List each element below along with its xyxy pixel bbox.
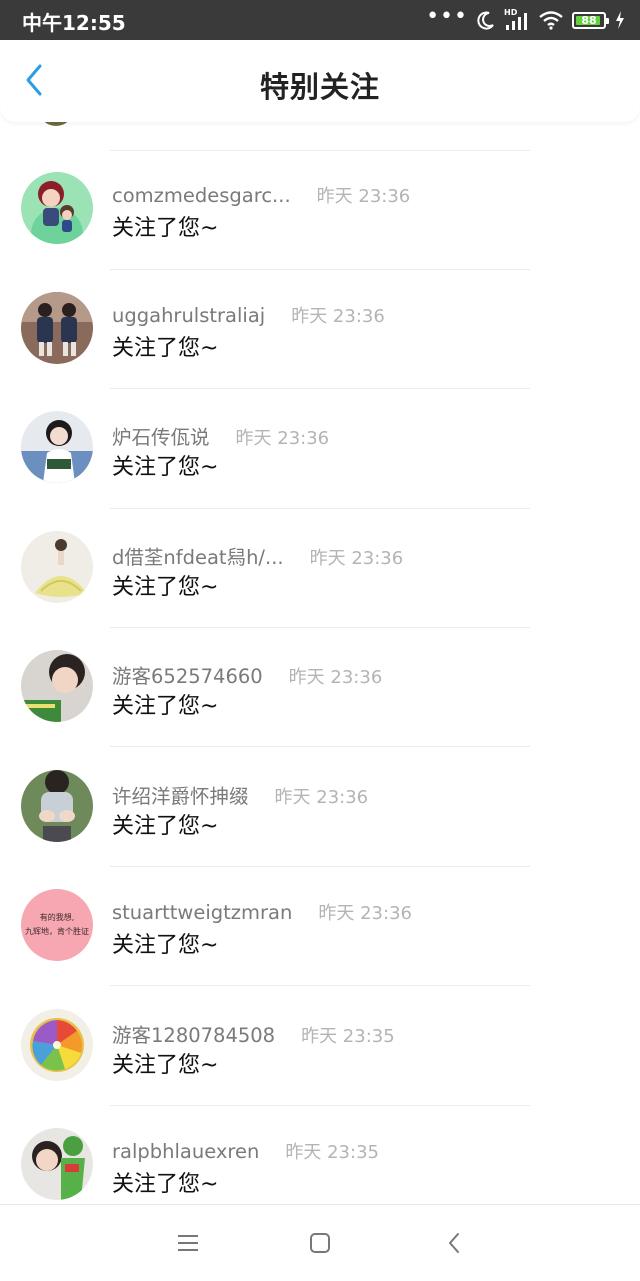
username[interactable]: ralpbhlauexren xyxy=(112,1140,259,1163)
list-item[interactable]: 游客1280784508 昨天 23:35 关注了您~ xyxy=(0,959,640,1081)
action-text: 关注了您~ xyxy=(112,216,219,241)
list-item[interactable]: 炉石传佤说 昨天 23:36 关注了您~ xyxy=(0,361,640,483)
list-item[interactable]: comzmedesgarc... 昨天 23:36 关注了您~ xyxy=(0,122,640,244)
home-square-icon xyxy=(310,1233,330,1253)
menu-icon xyxy=(178,1235,198,1251)
signal-icon: HD xyxy=(504,9,530,31)
timestamp: 昨天 23:36 xyxy=(235,428,330,449)
username[interactable]: 炉石传佤说 xyxy=(112,421,210,450)
system-nav-bar xyxy=(0,1204,640,1281)
list-item[interactable]: 游客652574660 昨天 23:36 关注了您~ xyxy=(0,600,640,722)
battery-level: 88 xyxy=(581,13,597,27)
avatar[interactable] xyxy=(21,172,93,244)
timestamp: 昨天 23:36 xyxy=(318,903,412,924)
nav-back-button[interactable] xyxy=(434,1225,474,1261)
notification-list[interactable]: comzmedesgarc... 昨天 23:36 关注了您~ uggahrul… xyxy=(0,122,640,1204)
list-item[interactable]: d借荃nfdeat舄h/... 昨天 23:36 关注了您~ xyxy=(0,481,640,603)
timestamp: 昨天 23:36 xyxy=(288,667,383,688)
avatar[interactable] xyxy=(21,650,93,722)
username[interactable]: 游客1280784508 xyxy=(112,1019,275,1048)
status-icons: ••• HD 88 xyxy=(426,0,626,40)
timestamp: 昨天 23:36 xyxy=(316,186,411,207)
action-text: 关注了您~ xyxy=(112,933,219,958)
avatar[interactable] xyxy=(21,1128,93,1200)
wifi-icon xyxy=(539,11,563,30)
username[interactable]: 许绍洋爵怀抻缀 xyxy=(112,780,249,809)
avatar-caption-line: 有的我想, xyxy=(39,913,75,922)
action-text: 关注了您~ xyxy=(112,1053,219,1078)
battery-icon: 88 xyxy=(572,11,609,29)
action-text: 关注了您~ xyxy=(112,814,219,839)
timestamp: 昨天 23:36 xyxy=(274,787,369,808)
avatar[interactable] xyxy=(21,292,93,364)
timestamp: 昨天 23:36 xyxy=(291,306,385,327)
charging-bolt-icon xyxy=(616,11,624,29)
action-text: 关注了您~ xyxy=(112,1172,219,1197)
status-bar: 中午12:55 ••• HD 88 xyxy=(0,0,640,40)
username[interactable]: 游客652574660 xyxy=(112,660,263,689)
avatar[interactable]: 有的我想, 九辉地，肯个胜证 xyxy=(21,889,93,961)
username[interactable]: uggahrulstraliaj xyxy=(112,304,265,327)
avatar[interactable] xyxy=(21,411,93,483)
status-time: 中午12:55 xyxy=(22,11,126,35)
action-text: 关注了您~ xyxy=(112,694,219,719)
username[interactable]: stuarttweigtzmran xyxy=(112,901,292,924)
avatar-caption-line: 九辉地，肯个胜证 xyxy=(25,927,89,936)
header: 特别关注 xyxy=(0,40,640,122)
back-chevron-icon xyxy=(449,1233,459,1253)
moon-icon xyxy=(477,11,494,30)
page-title: 特别关注 xyxy=(259,70,380,104)
home-button[interactable] xyxy=(300,1225,340,1261)
avatar[interactable] xyxy=(21,1009,93,1081)
list-item[interactable]: uggahrulstraliaj 昨天 23:36 关注了您~ xyxy=(0,242,640,364)
list-item[interactable]: ralpbhlauexren 昨天 23:35 关注了您~ xyxy=(0,1078,640,1200)
action-text: 关注了您~ xyxy=(112,455,219,480)
username[interactable]: comzmedesgarc... xyxy=(112,184,291,207)
list-item[interactable]: 许绍洋爵怀抻缀 昨天 23:36 关注了您~ xyxy=(0,720,640,842)
action-text: 关注了您~ xyxy=(112,575,219,600)
action-text: 关注了您~ xyxy=(112,336,219,361)
menu-button[interactable] xyxy=(168,1225,208,1261)
username[interactable]: d借荃nfdeat舄h/... xyxy=(112,541,284,570)
avatar[interactable] xyxy=(21,531,93,603)
timestamp: 昨天 23:35 xyxy=(301,1026,395,1047)
list-item[interactable]: 有的我想, 九辉地，肯个胜证 stuarttweigtzmran 昨天 23:3… xyxy=(0,839,640,961)
timestamp: 昨天 23:35 xyxy=(285,1142,379,1163)
timestamp: 昨天 23:36 xyxy=(309,548,404,569)
more-dots-icon: ••• xyxy=(426,4,468,29)
avatar[interactable] xyxy=(21,770,93,842)
